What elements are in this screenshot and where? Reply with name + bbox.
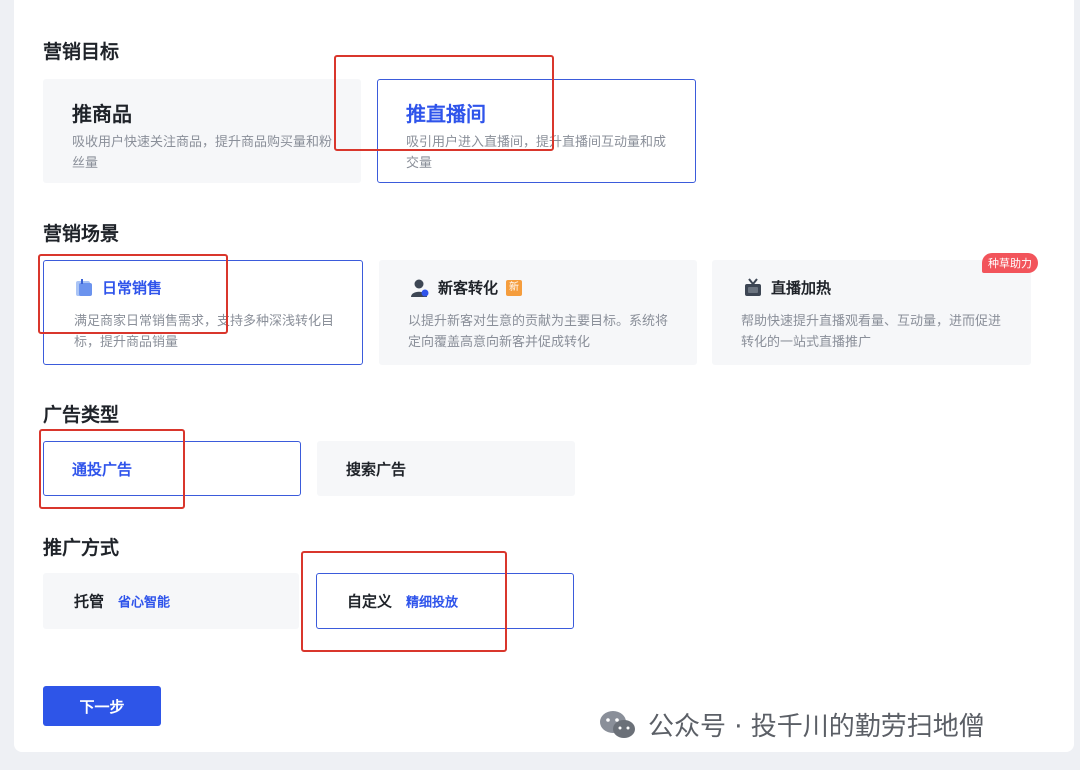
goal-title: 推商品 — [72, 102, 132, 126]
wechat-icon — [600, 710, 635, 738]
section-title-goal: 营销目标 — [43, 41, 120, 63]
recommend-badge: 种草助力 — [982, 253, 1038, 273]
ad-type-label: 搜索广告 — [346, 460, 407, 478]
goal-desc: 吸收用户快速关注商品，提升商品购买量和粉丝量 — [72, 135, 333, 171]
method-name: 自定义 — [347, 592, 393, 611]
method-name: 托管 — [74, 592, 105, 611]
watermark: 公众号 · 投千川的勤劳扫地僧 — [598, 706, 985, 743]
scene-card-new-customer[interactable]: 新客转化 新 以提升新客对生意的贡献为主要目标。系统将定向覆盖高意向新客并促成转… — [379, 260, 697, 365]
tv-icon — [745, 277, 761, 296]
scene-title: 直播加热 — [771, 279, 832, 297]
scene-card-live-boost[interactable]: 种草助力 直播加热 帮助快速提升直播观看量、互动量，进而促进转化的一站式直播推广 — [712, 253, 1038, 365]
scene-desc: 以提升新客对生意的贡献为主要目标。系统将定向覆盖高意向新客并促成转化 — [408, 314, 669, 350]
scene-desc: 帮助快速提升直播观看量、互动量，进而促进转化的一站式直播推广 — [741, 314, 1002, 350]
method-custom[interactable]: 自定义 精细投放 — [316, 573, 574, 629]
scene-card-daily-sales[interactable]: 日常销售 满足商家日常销售需求，支持多种深浅转化目标，提升商品销量 — [43, 260, 363, 365]
method-sub: 精细投放 — [406, 595, 459, 611]
method-managed[interactable]: 托管 省心智能 — [43, 573, 299, 629]
section-title-ad-type: 广告类型 — [43, 404, 120, 426]
section-title-method: 推广方式 — [43, 537, 120, 559]
goal-desc: 吸引用户进入直播间，提升直播间互动量和成交量 — [406, 135, 667, 171]
scene-title: 日常销售 — [102, 279, 163, 297]
watermark-text: 公众号 · 投千川的勤劳扫地僧 — [648, 712, 985, 742]
goal-title: 推直播间 — [406, 102, 486, 126]
method-sub: 省心智能 — [118, 595, 171, 611]
ad-type-label: 通投广告 — [72, 460, 133, 478]
goal-card-product[interactable]: 推商品 吸收用户快速关注商品，提升商品购买量和粉丝量 — [43, 79, 361, 183]
next-step-button[interactable]: 下一步 — [43, 686, 161, 726]
ad-type-general[interactable]: 通投广告 — [43, 441, 301, 496]
scene-desc: 满足商家日常销售需求，支持多种深浅转化目标，提升商品销量 — [74, 314, 335, 350]
scene-title: 新客转化 — [438, 279, 499, 297]
goal-card-live-room[interactable]: 推直播间 吸引用户进入直播间，提升直播间互动量和成交量 — [377, 79, 696, 183]
user-icon — [411, 279, 429, 297]
calendar-icon — [76, 278, 92, 296]
ad-type-search[interactable]: 搜索广告 — [317, 441, 575, 496]
new-tag: 新 — [506, 279, 523, 296]
section-title-scene: 营销场景 — [43, 223, 120, 245]
